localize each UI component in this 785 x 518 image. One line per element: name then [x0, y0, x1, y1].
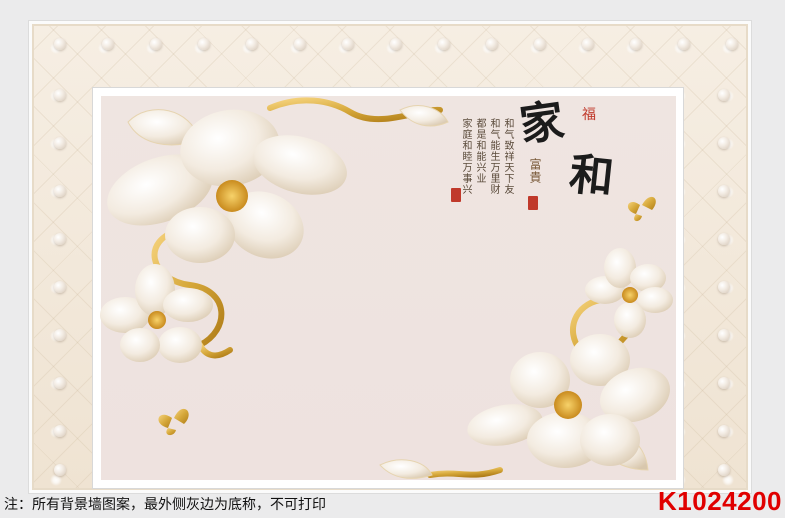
large-flower-bottom-right — [467, 334, 670, 468]
butterfly-icon — [627, 196, 656, 222]
poem-column-2: 和气能生万里财 — [488, 118, 499, 195]
poem-column-3: 都是和能兴业 — [474, 118, 485, 184]
poem-column-1: 和气致祥天下友 — [502, 118, 513, 195]
red-seal — [451, 188, 461, 202]
red-seal — [528, 196, 538, 210]
flower-decoration — [100, 97, 673, 479]
wall-mural-canvas: 家 和 福 富貴 和气致祥天下友 和气能生万里财 都是和能兴业 家庭和睦万事兴 … — [0, 0, 785, 518]
flower-right-small — [585, 248, 673, 338]
print-note: 注：所有背景墙图案，最外侧灰边为底称，不可打印 — [4, 497, 326, 513]
calligraphy-he: 和 — [566, 148, 617, 205]
fugui-subtitle: 富貴 — [528, 158, 542, 184]
calligraphy-jia: 家 — [516, 95, 568, 152]
product-code: K1024200 — [658, 486, 782, 516]
poem-column-4: 家庭和睦万事兴 — [460, 118, 471, 195]
flower-middle-left — [100, 264, 213, 363]
butterfly-icon — [158, 408, 189, 436]
fu-character: 福 — [582, 107, 596, 123]
